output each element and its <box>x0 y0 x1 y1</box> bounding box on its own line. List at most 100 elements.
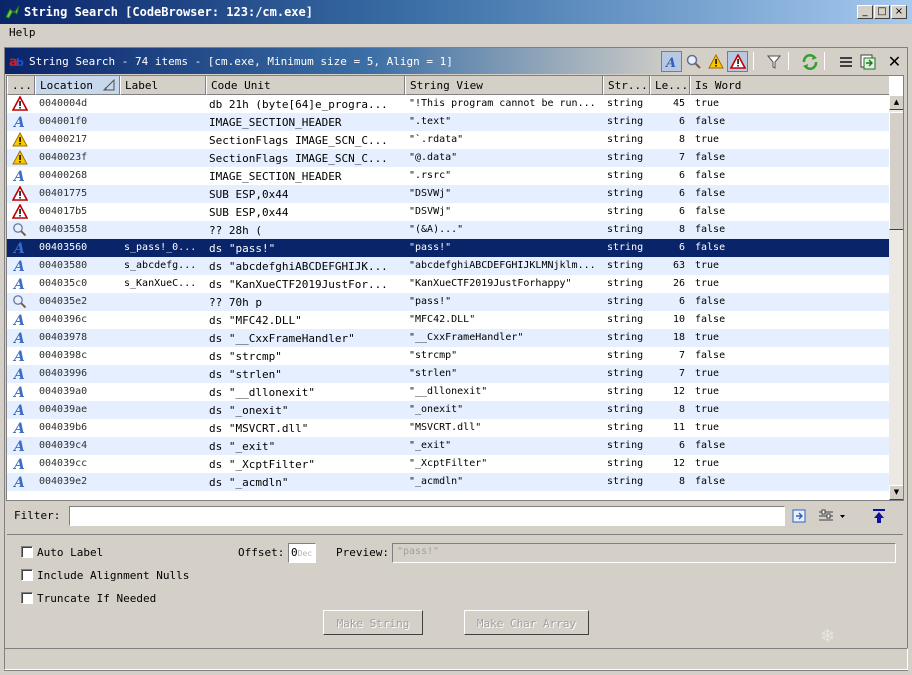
table-row[interactable]: 004035e2 ?? 70h p "pass!" string 6 false <box>7 293 889 311</box>
watermark-icon: ❄ <box>820 626 836 647</box>
cell-code-unit: ds "MSVCRT.dll" <box>209 422 309 435</box>
preview-label: Preview: <box>336 546 389 559</box>
close-window-button[interactable]: × <box>891 5 907 19</box>
cell-is-word: false <box>695 188 726 199</box>
cell-string-type: string <box>607 224 644 235</box>
column-header-icon[interactable]: ... <box>7 76 35 95</box>
cell-code-unit: IMAGE_SECTION_HEADER <box>209 170 342 183</box>
cell-string-type: string <box>607 296 644 307</box>
filter-button[interactable] <box>763 51 784 72</box>
table-row[interactable]: 0040023f SectionFlags IMAGE_SCN_C... "@.da… <box>7 149 889 167</box>
table-row[interactable]: A 004035c0 s_KanXueC... ds "KanXueCTF2019Ju… <box>7 275 889 293</box>
truncate-if-needed-checkbox[interactable] <box>21 592 33 604</box>
filter-options-button[interactable] <box>813 506 849 526</box>
cell-label: s_abcdefg... <box>124 260 197 271</box>
warning-red-icon <box>12 204 29 220</box>
column-header-code-unit[interactable]: Code Unit <box>206 76 405 95</box>
preview-field: "pass!" <box>392 543 896 563</box>
column-header-length[interactable]: Le... <box>650 76 690 95</box>
go-to-top-button[interactable] <box>866 506 892 526</box>
offset-input[interactable]: 0Dec <box>288 543 316 563</box>
column-header-is-word[interactable]: Is Word <box>690 76 889 95</box>
table-row[interactable]: A 004001f0 IMAGE_SECTION_HEADER ".text" stri… <box>7 113 889 131</box>
cell-is-word: true <box>695 260 720 271</box>
table-row[interactable]: 00403558 ?? 28h ("(&A)..." string 8 false <box>7 221 889 239</box>
minimize-button[interactable]: _ <box>857 5 873 19</box>
window-title-bar: String Search [CodeBrowser: 123:/cm.exe]… <box>0 0 912 24</box>
cell-is-word: true <box>695 458 720 469</box>
cell-string-type: string <box>607 350 644 361</box>
cell-string-type: string <box>607 188 644 199</box>
scroll-up-arrow-icon[interactable]: ▲ <box>889 95 903 110</box>
cell-is-word: false <box>695 242 726 253</box>
auto-label-checkbox[interactable] <box>21 546 33 558</box>
table-row[interactable]: A 004039a0 ds "__dllonexit" "__dllonexit" st… <box>7 383 889 401</box>
filter-clear-button[interactable] <box>788 506 810 526</box>
cell-is-word: false <box>695 170 726 181</box>
column-header-location[interactable]: Location <box>35 76 120 95</box>
arrow-up-to-line-icon <box>873 509 885 523</box>
cell-length: 12 <box>672 458 685 469</box>
table-row[interactable]: 0040004d db 21h (byte[64]e_progra... "!Thi… <box>7 95 889 113</box>
cell-code-unit: SectionFlags IMAGE_SCN_C... <box>209 134 388 147</box>
cell-is-word: true <box>695 404 720 415</box>
ghidra-dragon-icon <box>5 5 20 19</box>
column-header-string-view[interactable]: String View <box>405 76 603 95</box>
table-row[interactable]: A 00403580 s_abcdefg... ds "abcdefghiABCDEF… <box>7 257 889 275</box>
cell-code-unit: ds "_onexit" <box>209 404 289 417</box>
menu-help[interactable]: Help <box>9 26 36 39</box>
table-view-button[interactable] <box>835 51 856 72</box>
string-icon: A <box>12 312 29 328</box>
vertical-scrollbar[interactable]: ▲ ▼ <box>889 95 903 500</box>
table-row[interactable]: A 0040398c ds "strcmp" "strcmp" string 7 false <box>7 347 889 365</box>
scrollbar-thumb[interactable] <box>889 112 903 230</box>
table-row[interactable]: A 004039e2 ds "_acmdln" "_acmdln" string 8 fal… <box>7 473 889 491</box>
show-strings-toggle[interactable]: A <box>661 51 682 72</box>
cell-string-view: "(&A)..." <box>409 224 464 235</box>
svg-text:A: A <box>12 475 25 489</box>
cell-string-view: "!This program cannot be run... <box>409 98 596 109</box>
include-alignment-nulls-checkbox[interactable] <box>21 569 33 581</box>
show-errors-toggle[interactable] <box>727 51 748 72</box>
filter-label: Filter: <box>14 509 61 522</box>
svg-text:A: A <box>12 169 25 183</box>
show-undefined-toggle[interactable] <box>683 51 704 72</box>
column-header-string-type[interactable]: Str... <box>603 76 650 95</box>
table-row[interactable]: A 00403996 ds "strlen" "strlen" string 7 true <box>7 365 889 383</box>
string-icon: A <box>12 456 29 472</box>
show-conflicts-toggle[interactable] <box>705 51 726 72</box>
make-string-button[interactable]: Make String <box>323 610 423 635</box>
scroll-down-arrow-icon[interactable]: ▼ <box>889 485 903 500</box>
table-row[interactable]: A 00400268 IMAGE_SECTION_HEADER ".rsrc" stri… <box>7 167 889 185</box>
table-row[interactable]: A 00403978 ds "__CxxFrameHandler" "__CxxFra… <box>7 329 889 347</box>
string-icon: A <box>12 114 29 130</box>
column-header-label[interactable]: Label <box>120 76 206 95</box>
cell-location: 00401775 <box>39 188 88 199</box>
table-row[interactable]: A 004039b6 ds "MSVCRT.dll" "MSVCRT.dll" stri… <box>7 419 889 437</box>
table-row[interactable]: 00401775 SUB ESP,0x44 "DSVWj" string 6 false <box>7 185 889 203</box>
table-row[interactable]: A 0040396c ds "MFC42.DLL" "MFC42.DLL" string… <box>7 311 889 329</box>
table-row[interactable]: A 004039ae ds "_onexit" "_onexit" string 8 tru… <box>7 401 889 419</box>
cell-length: 18 <box>672 332 685 343</box>
table-row[interactable]: A 004039c4 ds "_exit" "_exit" string 6 false <box>7 437 889 455</box>
table-row[interactable]: 00400217 SectionFlags IMAGE_SCN_C... "`.rd… <box>7 131 889 149</box>
cell-location: 00403558 <box>39 224 88 235</box>
snapshot-button[interactable] <box>857 51 878 72</box>
cell-string-type: string <box>607 368 644 379</box>
filter-input[interactable] <box>69 506 785 526</box>
table-row[interactable]: 004017b5 SUB ESP,0x44 "DSVWj" string 6 false <box>7 203 889 221</box>
options-panel: Auto Label Include Alignment Nulls Trunc… <box>7 534 903 646</box>
cell-code-unit: ds "__dllonexit" <box>209 386 315 399</box>
cell-code-unit: ds "KanXueCTF2019JustFor... <box>209 278 388 291</box>
close-panel-icon[interactable]: ✕ <box>884 51 905 72</box>
cell-is-word: true <box>695 422 720 433</box>
refresh-button[interactable] <box>799 51 820 72</box>
cell-length: 6 <box>678 440 685 451</box>
maximize-button[interactable]: □ <box>874 5 890 19</box>
cell-string-type: string <box>607 134 644 145</box>
table-row[interactable]: A 004039cc ds "_XcptFilter" "_XcptFilter" st… <box>7 455 889 473</box>
cell-length: 6 <box>678 206 685 217</box>
svg-text:A: A <box>12 331 25 345</box>
make-char-array-button[interactable]: Make Char Array <box>464 610 589 635</box>
table-row[interactable]: A 00403560 s_pass!_0... ds "pass!" "pass!" st… <box>7 239 889 257</box>
